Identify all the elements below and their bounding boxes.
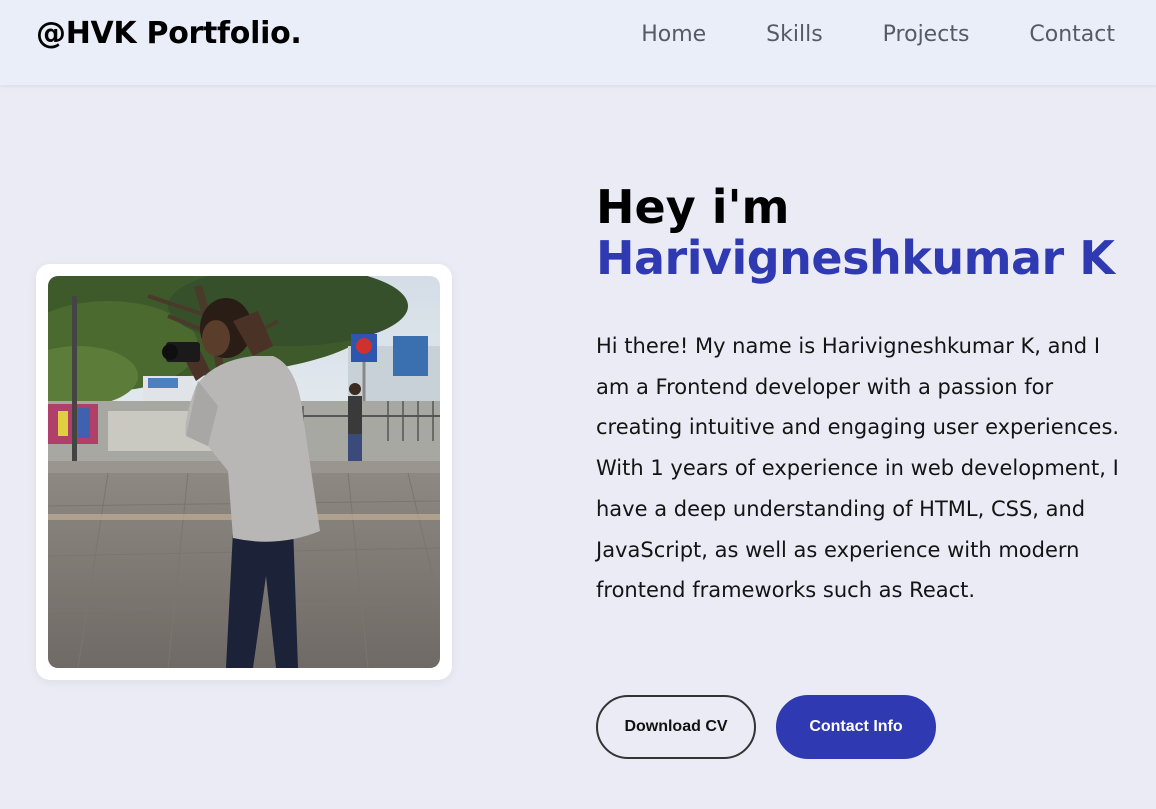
profile-photo-frame [36, 264, 452, 680]
nav-link-skills[interactable]: Skills [766, 22, 823, 47]
download-cv-button[interactable]: Download CV [596, 695, 756, 759]
navbar: @HVK Portfolio. Home Skills Projects Con… [0, 0, 1156, 85]
nav-links: Home Skills Projects Contact [581, 22, 1115, 47]
profile-photo [48, 276, 440, 668]
contact-info-button[interactable]: Contact Info [776, 695, 936, 759]
hero-section: Hey i'm Harivigneshkumar K Hi there! My … [596, 180, 1136, 611]
nav-link-projects[interactable]: Projects [883, 22, 970, 47]
nav-link-contact[interactable]: Contact [1029, 22, 1115, 47]
hero-buttons: Download CV Contact Info [596, 695, 936, 759]
hero-bio: Hi there! My name is Harivigneshkumar K,… [596, 334, 1120, 603]
hero-greeting: Hey i'm [596, 180, 790, 234]
brand-logo[interactable]: @HVK Portfolio. [36, 16, 302, 51]
hero-name: Harivigneshkumar K [596, 231, 1115, 285]
nav-link-home[interactable]: Home [641, 22, 706, 47]
